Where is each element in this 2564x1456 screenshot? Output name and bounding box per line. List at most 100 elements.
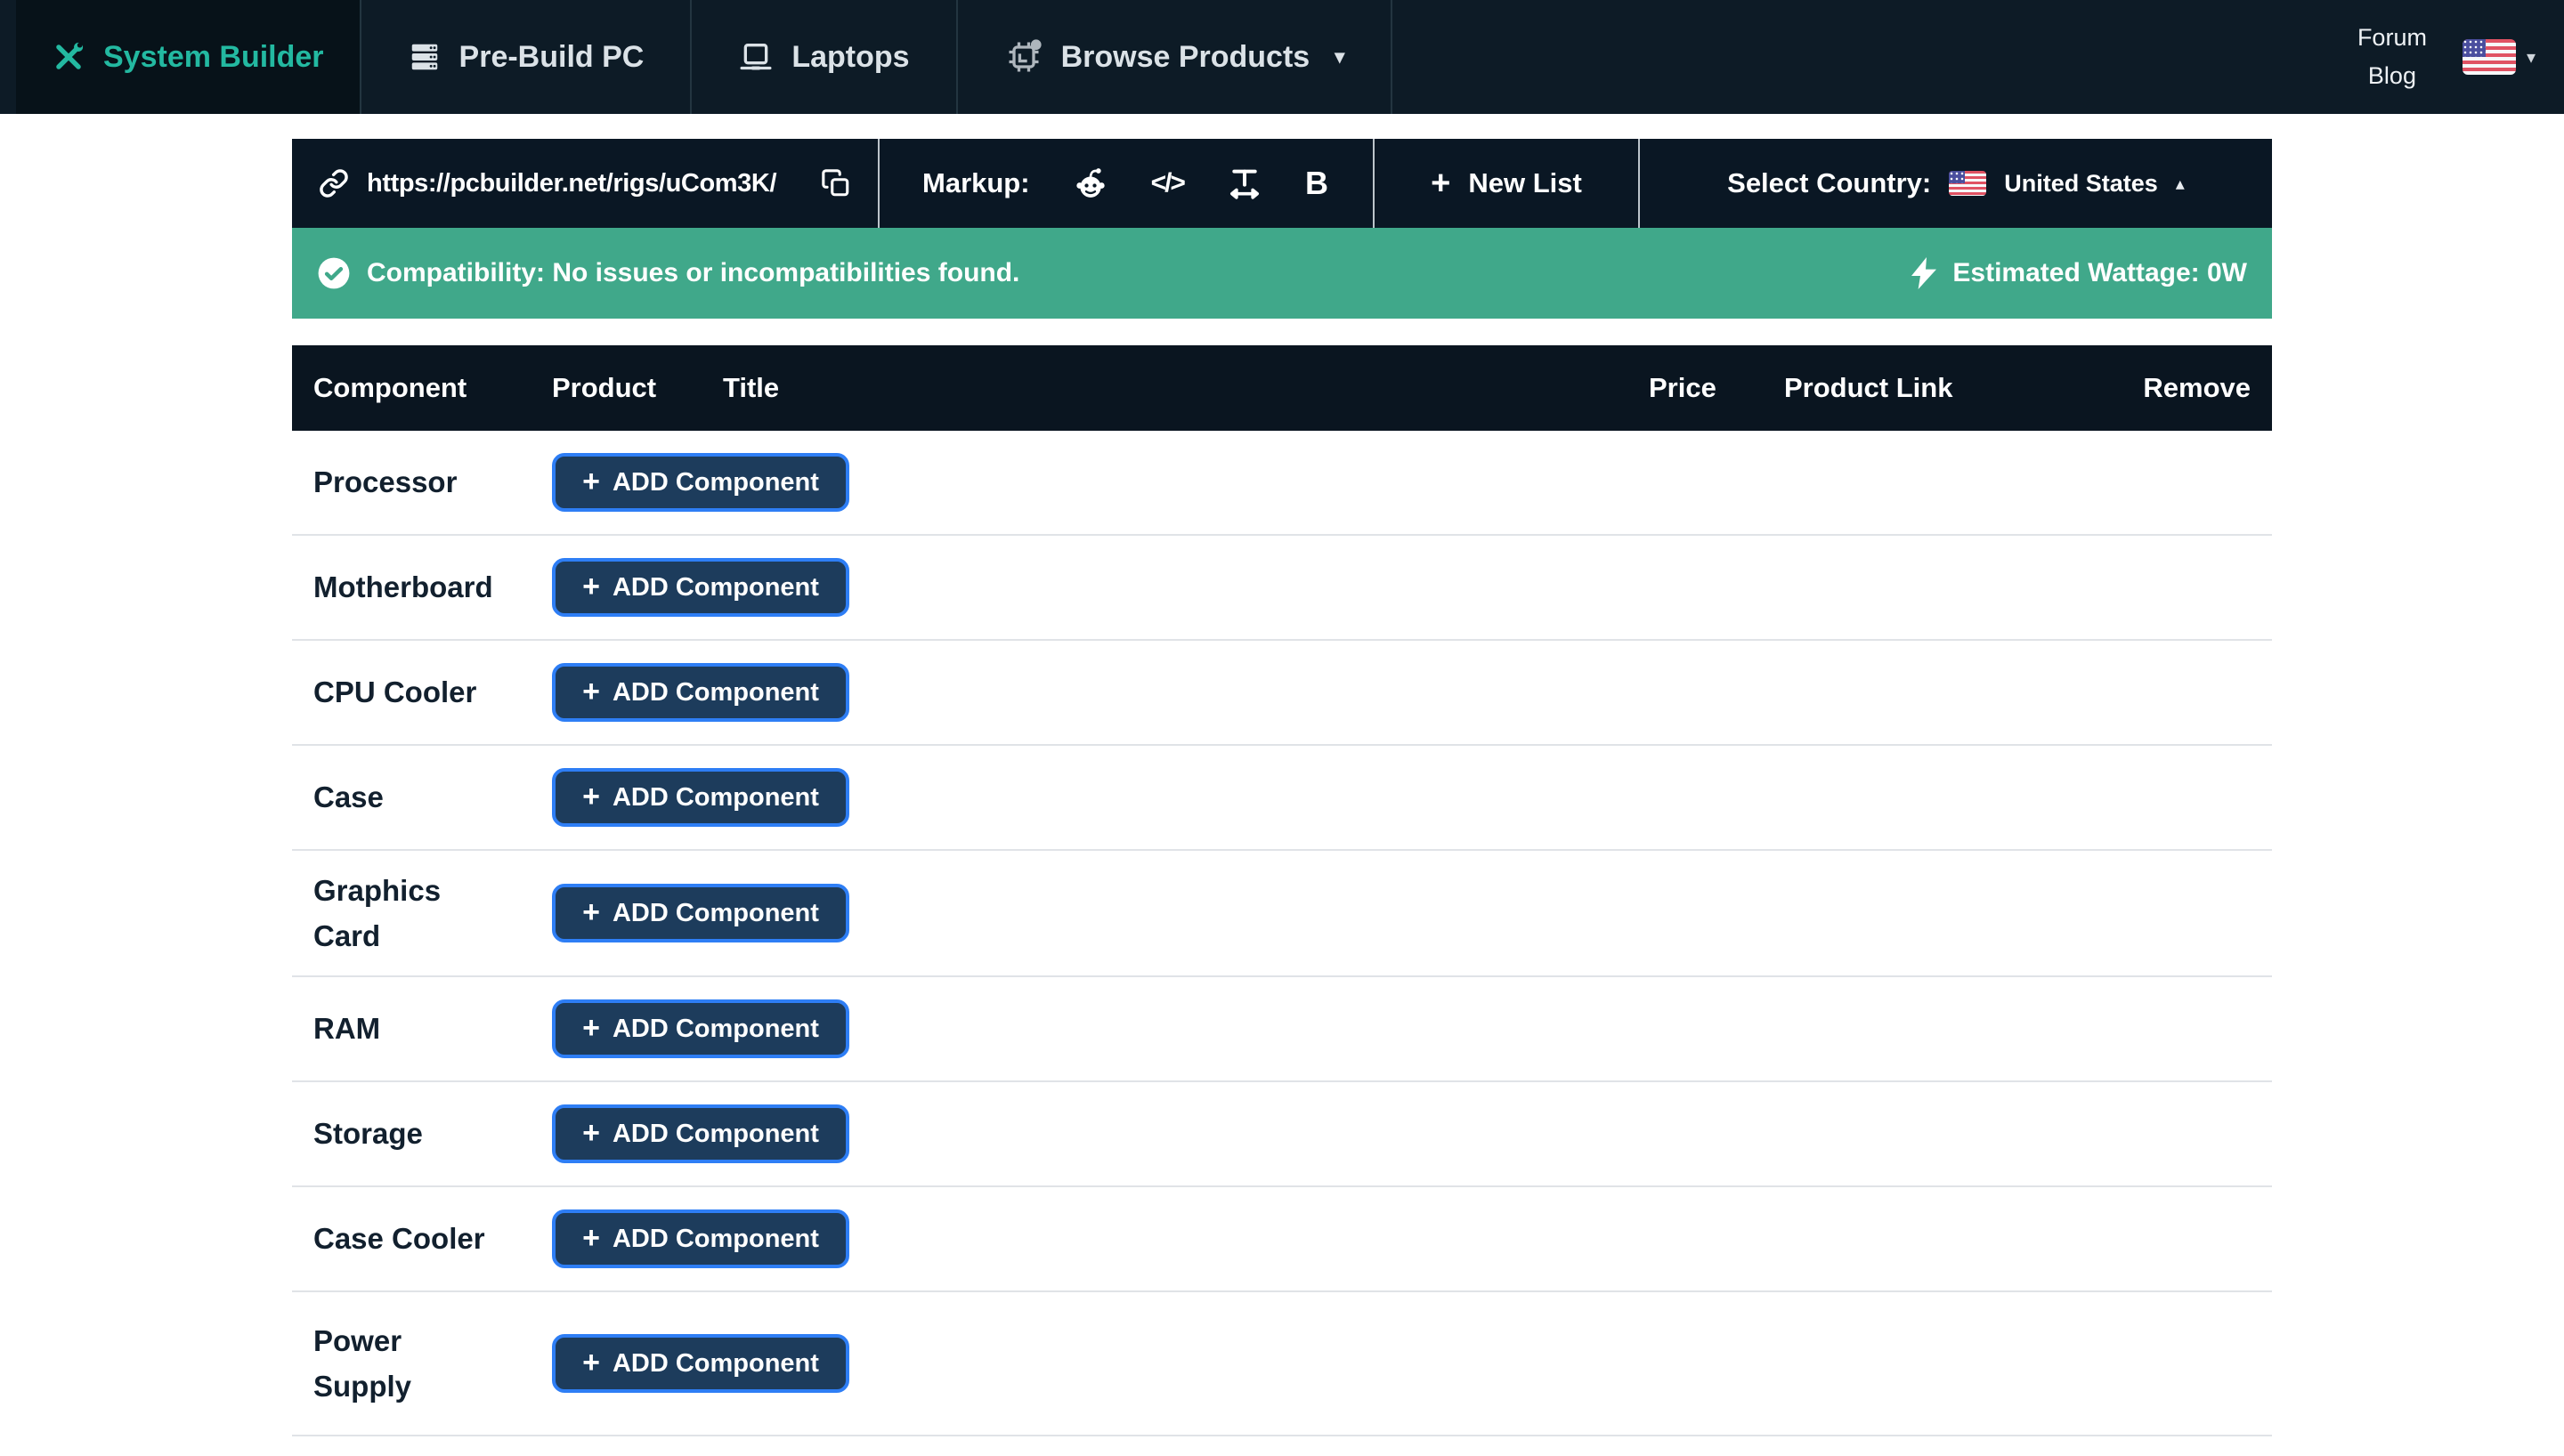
add-component-button[interactable]: + ADD Component [552, 1209, 849, 1268]
col-price: Price [1649, 372, 1716, 403]
component-label: Case [313, 781, 384, 814]
compatibility-message: Compatibility: No issues or incompatibil… [367, 258, 1020, 287]
chip-icon [1009, 39, 1042, 72]
copy-icon [822, 169, 849, 197]
add-component-button[interactable]: + ADD Component [552, 768, 849, 827]
main-container: https://pcbuilder.net/rigs/uCom3K/ Marku… [292, 139, 2272, 1436]
code-icon[interactable]: </> [1151, 168, 1186, 198]
country-section: Select Country: United States ▴ [1640, 139, 2272, 228]
plus-icon: + [582, 1011, 600, 1045]
add-component-label: ADD Component [612, 1348, 819, 1378]
col-product: Product [552, 372, 657, 403]
nav-item-browse-products[interactable]: Browse Products ▾ [958, 0, 1393, 114]
nav-right: Forum Blog ▾ [2357, 0, 2564, 114]
add-component-button[interactable]: + ADD Component [552, 453, 849, 512]
col-remove: Remove [2143, 372, 2251, 403]
nav-item-label: System Builder [103, 39, 324, 74]
server-icon [411, 44, 437, 70]
plus-icon: + [582, 780, 600, 813]
component-label: Case Cooler [313, 1222, 485, 1256]
plus-icon: + [582, 465, 600, 498]
plus-icon: + [582, 1116, 600, 1150]
check-circle-icon [318, 257, 350, 289]
select-country-label: Select Country: [1727, 167, 1932, 198]
nav-item-system-builder[interactable]: System Builder [16, 0, 361, 114]
nav-links: Forum Blog [2357, 24, 2427, 90]
new-list-button[interactable]: + New List [1375, 139, 1640, 228]
text-width-markup-button[interactable] [1227, 166, 1262, 201]
add-component-label: ADD Component [612, 1119, 819, 1148]
add-component-label: ADD Component [612, 782, 819, 812]
blog-link[interactable]: Blog [2368, 62, 2416, 90]
nav-item-label: Browse Products [1060, 39, 1310, 74]
nav-item-label: Pre-Build PC [458, 39, 645, 74]
component-label: Motherboard [313, 570, 493, 604]
laptop-icon [740, 44, 772, 70]
add-component-label: ADD Component [612, 898, 819, 927]
build-toolbar: https://pcbuilder.net/rigs/uCom3K/ Marku… [292, 139, 2272, 228]
add-component-label: ADD Component [612, 1014, 819, 1043]
add-component-label: ADD Component [612, 1224, 819, 1253]
us-flag-icon [2462, 39, 2516, 75]
component-label: Storage [313, 1117, 423, 1151]
lightning-bolt-icon [1911, 257, 1937, 289]
top-navigation: System Builder Pre-Build PC Laptops Brow… [0, 0, 2564, 114]
plus-icon: + [582, 1221, 600, 1255]
tools-icon [56, 42, 84, 69]
country-selector[interactable]: United States [2004, 170, 2158, 198]
component-label: RAM [313, 1012, 381, 1046]
add-component-button[interactable]: + ADD Component [552, 884, 849, 942]
table-row-power-supply: Power Supply + ADD Component [292, 1292, 2272, 1436]
reddit-icon [1075, 168, 1105, 198]
add-component-button[interactable]: + ADD Component [552, 663, 849, 722]
language-selector[interactable]: ▾ [2462, 39, 2536, 75]
nav-item-laptops[interactable]: Laptops [692, 0, 958, 114]
table-header: Component Product Title Price Product Li… [292, 345, 2272, 431]
add-component-button[interactable]: + ADD Component [552, 999, 849, 1058]
table-row-processor: Processor + ADD Component [292, 431, 2272, 536]
chevron-up-icon: ▴ [2175, 174, 2185, 194]
us-flag-icon [1949, 171, 1987, 196]
text-width-icon [1229, 169, 1259, 199]
add-component-label: ADD Component [612, 572, 819, 602]
add-component-button[interactable]: + ADD Component [552, 1104, 849, 1163]
reddit-markup-button[interactable] [1073, 166, 1108, 201]
col-product-link: Product Link [1784, 372, 1953, 403]
table-row-case-cooler: Case Cooler + ADD Component [292, 1187, 2272, 1292]
nav-item-prebuild-pc[interactable]: Pre-Build PC [361, 0, 693, 114]
bold-icon[interactable]: B [1305, 165, 1328, 202]
col-title: Title [723, 372, 780, 403]
build-table: Component Product Title Price Product Li… [292, 345, 2272, 1436]
add-component-button[interactable]: + ADD Component [552, 558, 849, 617]
component-label: Graphics Card [313, 873, 442, 952]
new-list-label: New List [1468, 167, 1582, 198]
col-component: Component [313, 372, 467, 403]
add-component-label: ADD Component [612, 467, 819, 497]
compatibility-status: Compatibility: No issues or incompatibil… [317, 256, 1019, 290]
plus-icon: + [1431, 165, 1451, 202]
wattage-text: Estimated Wattage: 0W [1952, 258, 2247, 287]
page: System Builder Pre-Build PC Laptops Brow… [0, 0, 2564, 1456]
wattage-status: Estimated Wattage: 0W [1911, 257, 2247, 289]
component-label: Processor [313, 465, 458, 499]
chevron-down-icon: ▾ [1335, 45, 1345, 68]
markup-section: Markup: </> B [880, 139, 1375, 228]
markup-label: Markup: [922, 167, 1030, 198]
build-share-url: https://pcbuilder.net/rigs/uCom3K/ [367, 168, 777, 198]
component-label: Power Supply [313, 1323, 412, 1403]
compatibility-banner: Compatibility: No issues or incompatibil… [292, 228, 2272, 319]
add-component-label: ADD Component [612, 677, 819, 707]
table-row-ram: RAM + ADD Component [292, 977, 2272, 1082]
share-url-section: https://pcbuilder.net/rigs/uCom3K/ [292, 139, 880, 228]
link-icon [320, 169, 348, 198]
copy-url-button[interactable] [821, 168, 851, 198]
nav-item-label: Laptops [791, 39, 910, 74]
table-row-motherboard: Motherboard + ADD Component [292, 536, 2272, 641]
plus-icon: + [582, 675, 600, 708]
chevron-down-icon: ▾ [2526, 47, 2536, 68]
forum-link[interactable]: Forum [2357, 24, 2427, 52]
table-row-cpu-cooler: CPU Cooler + ADD Component [292, 641, 2272, 746]
table-row-graphics-card: Graphics Card + ADD Component [292, 851, 2272, 977]
add-component-button[interactable]: + ADD Component [552, 1334, 849, 1393]
table-row-case: Case + ADD Component [292, 746, 2272, 851]
